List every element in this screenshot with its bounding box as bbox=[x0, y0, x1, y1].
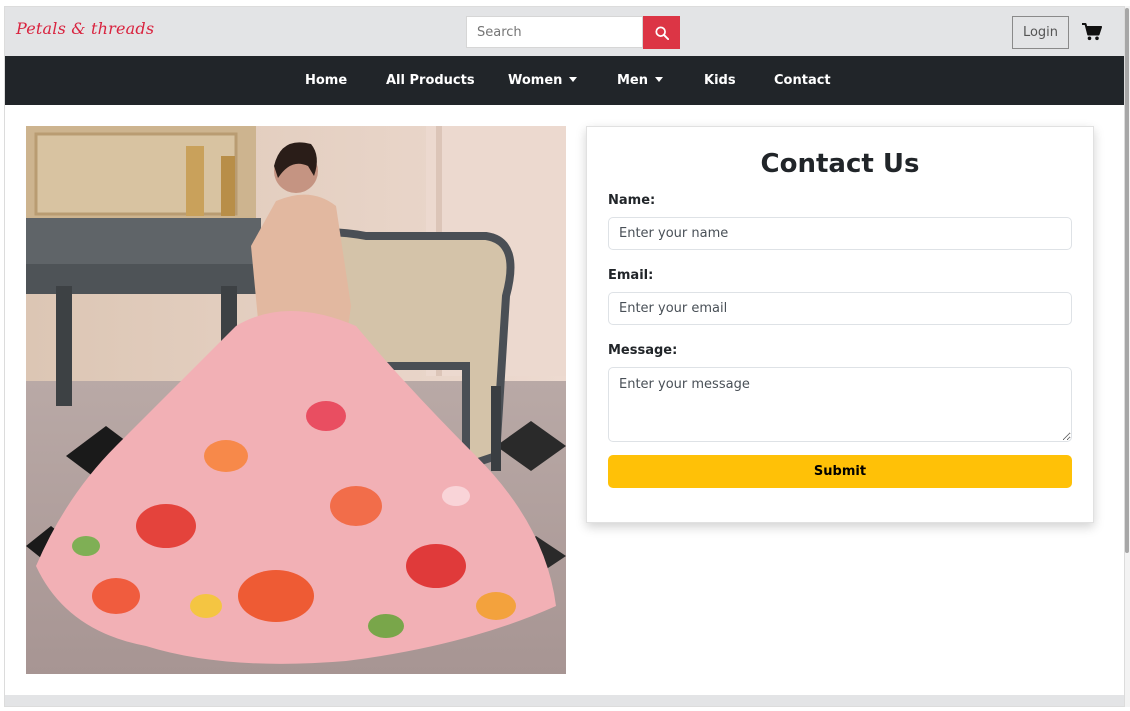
cart-icon[interactable] bbox=[1082, 23, 1102, 41]
footer-strip bbox=[5, 695, 1124, 706]
search-icon bbox=[654, 25, 669, 40]
chevron-down-icon bbox=[655, 77, 664, 82]
page-frame: Petals & threads Login Home All Products… bbox=[4, 6, 1125, 707]
nav-all-products[interactable]: All Products bbox=[386, 56, 475, 105]
brand-logo[interactable]: Petals & threads bbox=[16, 19, 154, 38]
contact-title: Contact Us bbox=[760, 149, 920, 179]
nav-contact-label: Contact bbox=[774, 73, 831, 88]
nav-home-label: Home bbox=[305, 73, 348, 88]
main-navbar: Home All Products Women Men Kids Contact bbox=[5, 56, 1124, 105]
model-photo-illustration bbox=[26, 126, 566, 674]
message-field[interactable] bbox=[608, 367, 1072, 442]
name-field[interactable] bbox=[608, 217, 1072, 250]
submit-button[interactable]: Submit bbox=[608, 455, 1072, 488]
chevron-down-icon bbox=[569, 77, 578, 82]
page-scrollbar-thumb[interactable] bbox=[1125, 8, 1129, 553]
hero-image bbox=[26, 126, 566, 674]
search-button[interactable] bbox=[643, 16, 680, 49]
nav-contact[interactable]: Contact bbox=[774, 56, 831, 105]
email-label: Email: bbox=[608, 268, 654, 283]
nav-women-label: Women bbox=[508, 73, 563, 88]
nav-men[interactable]: Men bbox=[617, 56, 664, 105]
nav-kids-label: Kids bbox=[704, 73, 736, 88]
nav-home[interactable]: Home bbox=[305, 56, 347, 105]
login-button[interactable]: Login bbox=[1012, 16, 1069, 49]
nav-all-products-label: All Products bbox=[386, 73, 475, 88]
name-label: Name: bbox=[608, 193, 656, 208]
search-input[interactable] bbox=[466, 16, 643, 48]
top-header: Petals & threads Login bbox=[5, 7, 1124, 56]
nav-men-label: Men bbox=[617, 73, 649, 88]
nav-women[interactable]: Women bbox=[508, 56, 578, 105]
email-field[interactable] bbox=[608, 292, 1072, 325]
nav-kids[interactable]: Kids bbox=[704, 56, 736, 105]
contact-card: Contact Us Name: Email: Message: Submit bbox=[586, 126, 1094, 523]
message-label: Message: bbox=[608, 343, 678, 358]
